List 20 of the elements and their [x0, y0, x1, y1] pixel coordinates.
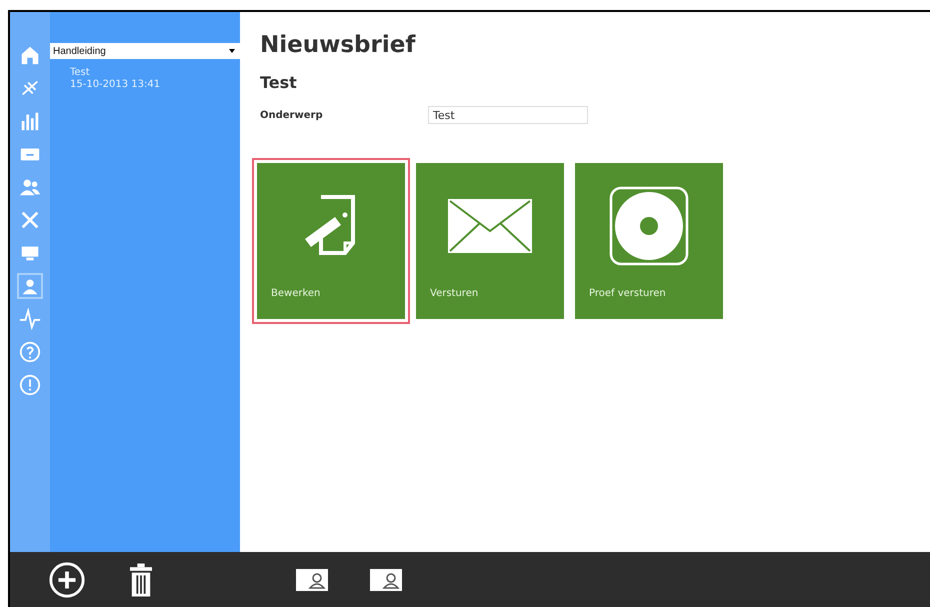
- send-tile[interactable]: Versturen: [416, 163, 564, 319]
- test-send-tile[interactable]: Proef versturen: [575, 163, 723, 319]
- subject-label: Onderwerp: [260, 110, 324, 120]
- trash-icon[interactable]: [130, 562, 152, 598]
- item-date: 15-10-2013 13:41: [70, 79, 162, 91]
- pulse-icon[interactable]: [17, 306, 43, 332]
- subject-field[interactable]: Test: [428, 106, 588, 124]
- info-icon[interactable]: [17, 372, 43, 398]
- envelope-icon: [448, 199, 532, 253]
- contact-card-icon[interactable]: [296, 568, 328, 590]
- edit-tile[interactable]: Bewerken: [257, 163, 405, 319]
- item-title[interactable]: Test: [70, 67, 240, 79]
- help-icon[interactable]: [17, 339, 43, 365]
- caret-icon: [229, 49, 235, 53]
- person-icon[interactable]: [17, 273, 43, 299]
- contact-card-icon[interactable]: [370, 568, 402, 590]
- category-dropdown[interactable]: Handleiding: [50, 43, 240, 59]
- newsletter-name: Test: [260, 73, 298, 92]
- add-icon[interactable]: [48, 560, 86, 598]
- page-title: Nieuwsbrief: [260, 32, 417, 58]
